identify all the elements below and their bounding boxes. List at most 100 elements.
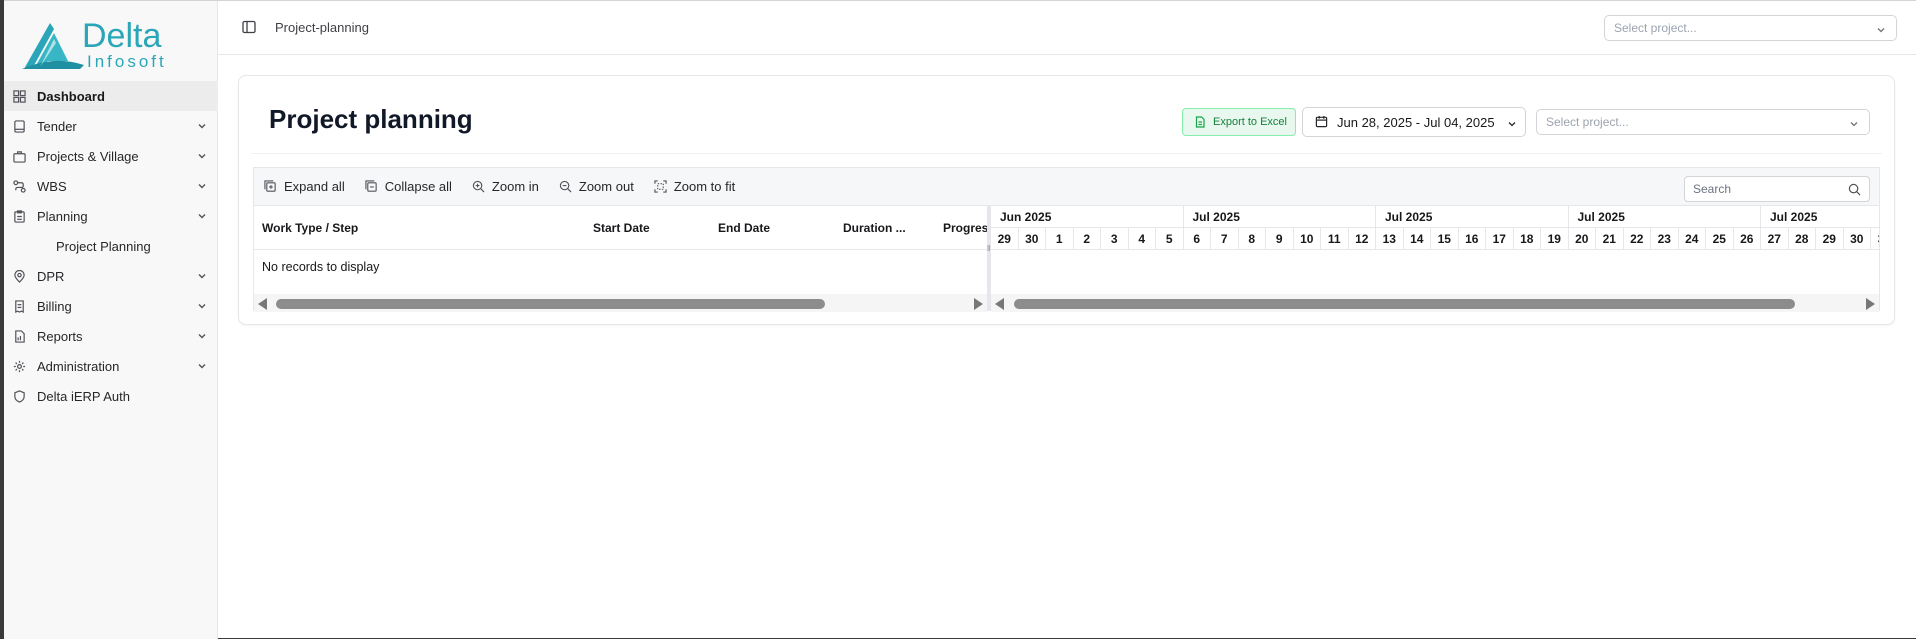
timeline-day-cell: 4 [1129,228,1156,249]
brand-logo[interactable]: Delta Infosoft [20,11,200,73]
expand-icon [264,180,277,193]
timeline-day-cell: 5 [1156,228,1184,249]
tablet-icon [12,119,26,133]
sidebar-item-label: Tender [37,118,77,134]
export-to-excel-button[interactable]: Export to Excel [1182,108,1296,136]
timeline-day-cell: 8 [1239,228,1266,249]
expand-all-button[interactable]: Expand all [264,179,345,194]
sidebar-subitem-label: Project Planning [56,238,151,254]
svg-text:Delta: Delta [82,17,161,55]
app-window: Delta Infosoft Dashboard Tender Projects… [4,0,1916,639]
zoom-out-icon [559,180,572,193]
header-project-select[interactable]: Select project... [1604,15,1897,41]
timeline-day-cell: 25 [1706,228,1734,249]
search-icon[interactable] [1848,183,1861,196]
sidebar-item-label: Administration [37,358,120,374]
sidebar-item-tender[interactable]: Tender [4,111,218,141]
search-placeholder: Search [1693,182,1732,196]
column-header-start-date[interactable]: Start Date [593,221,650,235]
zoom-to-fit-button[interactable]: Zoom to fit [654,179,735,194]
spreadsheet-icon [1194,116,1206,128]
sidebar-item-label: Reports [37,328,83,344]
scroll-left-arrow-icon[interactable] [258,298,267,310]
file-chart-icon [12,329,26,343]
breadcrumb: Project-planning [275,20,369,35]
gantt-grid-header: Work Type / Step Start Date End Date Dur… [254,206,987,250]
timeline-day-cell: 18 [1514,228,1541,249]
gantt-search-input[interactable]: Search [1684,176,1870,202]
timeline-day-cell: 17 [1486,228,1514,249]
grid-horizontal-scrollbar[interactable] [254,294,987,312]
sidebar-item-administration[interactable]: Administration [4,351,218,381]
sidebar-item-reports[interactable]: Reports [4,321,218,351]
timeline-day-cell: 29 [991,228,1019,249]
date-range-picker[interactable]: Jun 28, 2025 - Jul 04, 2025 [1302,107,1526,137]
timeline-horizontal-scrollbar[interactable] [991,294,1879,312]
scroll-thumb[interactable] [1014,299,1795,309]
timeline-day-cell: 14 [1404,228,1431,249]
timeline-day-cell: 19 [1541,228,1569,249]
select-placeholder: Select project... [1546,115,1629,129]
svg-text:Infosoft: Infosoft [87,52,167,71]
chevron-down-icon [1507,117,1517,127]
scroll-thumb[interactable] [276,299,825,309]
collapse-all-button[interactable]: Collapse all [365,179,452,194]
timeline-months: Jun 2025 Jul 2025 Jul 2025 Jul 2025 Jul 2025 [991,206,1879,228]
top-header: Project-planning Select project... [218,1,1916,55]
page-title: Project planning [269,104,473,134]
sidebar-item-planning[interactable]: Planning [4,201,218,231]
zoom-out-button[interactable]: Zoom out [559,179,634,194]
zoom-out-label: Zoom out [578,179,634,194]
fit-screen-icon [654,180,667,193]
column-header-end-date[interactable]: End Date [718,221,770,235]
timeline-day-cell: 9 [1266,228,1294,249]
scroll-right-arrow-icon[interactable] [974,298,983,310]
scroll-right-arrow-icon[interactable] [1866,298,1875,310]
chevron-down-icon [196,360,208,372]
timeline-day-cell: 11 [1321,228,1349,249]
timeline-day-cell: 29 [1816,228,1844,249]
sidebar-subitem-project-planning[interactable]: Project Planning [4,231,218,261]
dashboard-icon [12,89,26,103]
timeline-days: 29 30 1 2 3 4 5 6 7 8 9 10 11 12 13 14 15 16 17 18 19 20 21 22 2… [991,228,1879,250]
zoom-in-icon [472,180,485,193]
card-project-select[interactable]: Select project... [1536,109,1870,135]
zoom-in-button[interactable]: Zoom in [472,179,539,194]
sidebar-item-dpr[interactable]: DPR [4,261,218,291]
clipboard-icon [12,209,26,223]
timeline-day-cell: 20 [1569,228,1596,249]
chevron-down-icon [196,180,208,192]
gear-icon [12,359,26,373]
shield-icon [12,389,26,403]
column-header-progress[interactable]: Progress [943,221,987,235]
sidebar: Delta Infosoft Dashboard Tender Projects… [4,1,218,639]
column-header-work-type[interactable]: Work Type / Step [262,221,358,235]
timeline-day-cell: 13 [1376,228,1404,249]
column-header-duration[interactable]: Duration ... [843,221,906,235]
gantt-toolbar: Expand all Collapse all Zoom in Zoom out… [254,168,1879,206]
sidebar-item-label: Projects & Village [37,148,139,164]
timeline-day-cell: 16 [1459,228,1486,249]
chevron-down-icon [196,210,208,222]
timeline-day-cell: 26 [1734,228,1761,249]
timeline-day-cell: 2 [1074,228,1101,249]
select-placeholder: Select project... [1614,21,1697,35]
sidebar-item-billing[interactable]: Billing [4,291,218,321]
collapse-all-label: Collapse all [384,179,452,194]
sidebar-item-delta-ierp-auth[interactable]: Delta iERP Auth [4,381,218,411]
sidebar-item-projects-village[interactable]: Projects & Village [4,141,218,171]
calendar-icon [1315,115,1329,129]
timeline-day-cell: 23 [1651,228,1679,249]
route-icon [12,179,26,193]
sidebar-item-label: Dashboard [37,88,105,104]
scroll-left-arrow-icon[interactable] [995,298,1004,310]
export-label: Export to Excel [1213,116,1287,128]
sidebar-toggle-icon[interactable] [242,20,258,36]
expand-all-label: Expand all [284,179,345,194]
sidebar-item-dashboard[interactable]: Dashboard [4,81,218,111]
sidebar-item-wbs[interactable]: WBS [4,171,218,201]
chevron-down-icon [196,150,208,162]
timeline-day-cell: 24 [1679,228,1706,249]
timeline-day-cell: 1 [1046,228,1074,249]
collapse-icon [365,180,378,193]
